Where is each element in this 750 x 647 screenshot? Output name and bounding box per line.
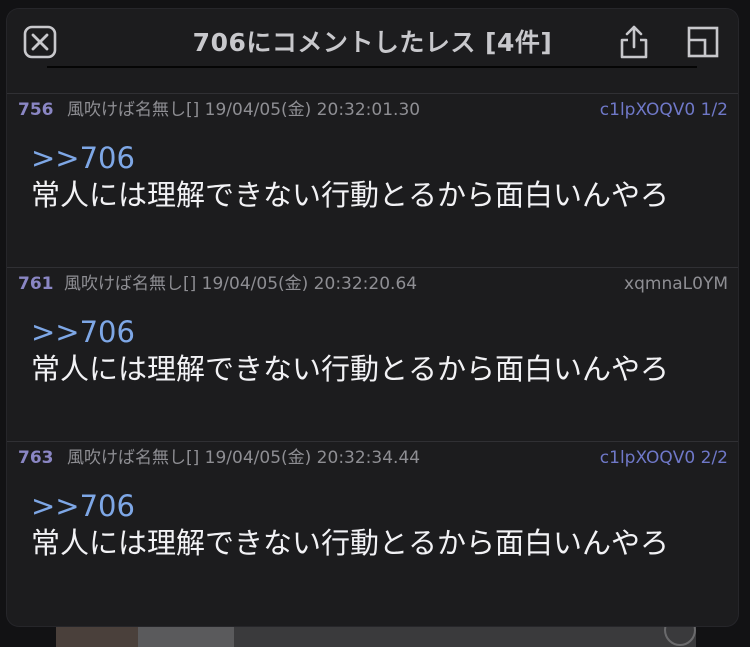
reply-post: 756 風吹けば名無し[] 19/04/05(金) 20:32:01.30 c1…: [7, 93, 738, 267]
window-icon: [687, 26, 719, 58]
share-icon: [620, 25, 648, 59]
share-button[interactable]: [617, 23, 651, 61]
anchor-link[interactable]: >>706: [31, 315, 135, 349]
post-number[interactable]: 763: [18, 446, 54, 470]
reply-post: 763 風吹けば名無し[] 19/04/05(金) 20:32:34.44 c1…: [7, 441, 738, 626]
post-body: 常人には理解できない行動とるから面白いんやろ: [31, 526, 670, 560]
post-number[interactable]: 761: [18, 272, 54, 296]
anchor-link[interactable]: >>706: [31, 489, 135, 523]
post-name-date: 風吹けば名無し[] 19/04/05(金) 20:32:20.64: [64, 274, 418, 294]
post-body: 常人には理解できない行動とるから面白いんやろ: [31, 178, 670, 212]
popup-header: 706にコメントしたレス [4件]: [7, 9, 738, 93]
post-name-date: 風吹けば名無し[] 19/04/05(金) 20:32:34.44: [67, 448, 421, 468]
window-button[interactable]: [686, 25, 720, 59]
post-header: 761 風吹けば名無し[] 19/04/05(金) 20:32:20.64 xq…: [7, 272, 738, 296]
replies-popup: 706にコメントしたレス [4件] 756 風吹けば名無し[] 19/04/05…: [7, 9, 738, 626]
post-id[interactable]: xqmnaL0YM: [624, 272, 728, 296]
reply-post: 761 風吹けば名無し[] 19/04/05(金) 20:32:20.64 xq…: [7, 267, 738, 441]
reply-list: 756 風吹けば名無し[] 19/04/05(金) 20:32:01.30 c1…: [7, 93, 738, 626]
post-name-date: 風吹けば名無し[] 19/04/05(金) 20:32:01.30: [67, 100, 421, 120]
post-id[interactable]: c1lpXOQV0 1/2: [600, 98, 728, 122]
post-header: 756 風吹けば名無し[] 19/04/05(金) 20:32:01.30 c1…: [7, 98, 738, 122]
post-header: 763 風吹けば名無し[] 19/04/05(金) 20:32:34.44 c1…: [7, 446, 738, 470]
post-number[interactable]: 756: [18, 98, 54, 122]
anchor-link[interactable]: >>706: [31, 141, 135, 175]
post-id[interactable]: c1lpXOQV0 2/2: [600, 446, 728, 470]
post-body: 常人には理解できない行動とるから面白いんやろ: [31, 352, 670, 386]
header-divider: [47, 66, 697, 68]
